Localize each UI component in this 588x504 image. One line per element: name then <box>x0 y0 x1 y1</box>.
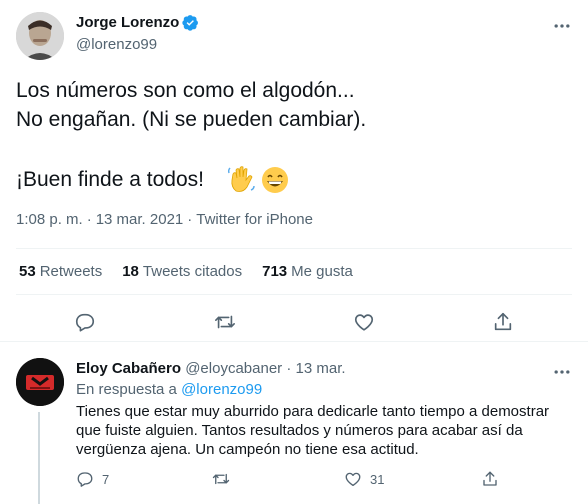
reply-header: Eloy Cabañero @eloycabaner · 13 mar. <box>76 360 346 377</box>
avatar[interactable] <box>16 12 64 60</box>
tweet-source[interactable]: Twitter for iPhone <box>196 211 313 228</box>
tweet-text-line: ¡Buen finde a todos! <box>16 168 204 191</box>
waving-hand-icon <box>227 166 255 192</box>
reply-like-button[interactable]: 31 <box>344 470 384 488</box>
divider <box>16 248 572 249</box>
reply-share-button[interactable] <box>481 470 499 488</box>
thread-line <box>38 412 40 504</box>
reply-count: 7 <box>102 471 110 487</box>
meta-separator: · <box>86 211 92 228</box>
reply-icon[interactable] <box>71 308 99 336</box>
emoji-row <box>226 165 290 195</box>
reply-author-handle[interactable]: @eloycabaner <box>185 360 282 377</box>
like-count: 31 <box>370 471 385 487</box>
like-icon <box>345 472 361 487</box>
reply-reply-button[interactable]: 7 <box>76 470 109 488</box>
reply-tweet[interactable]: Eloy Cabañero @eloycabaner · 13 mar. En … <box>0 344 588 504</box>
reply-author-name[interactable]: Eloy Cabañero <box>76 360 181 377</box>
in-reply-handle-link[interactable]: @lorenzo99 <box>181 381 262 398</box>
share-icon[interactable] <box>489 308 517 336</box>
reply-retweet-button[interactable] <box>212 470 238 488</box>
tweet-stats: 53 Retweets 18 Tweets citados 713 Me gusta <box>19 263 373 280</box>
meta-separator: · <box>286 360 292 377</box>
main-tweet: Jorge Lorenzo @lorenzo99 Los números son… <box>0 0 588 342</box>
more-options-icon[interactable] <box>550 14 574 38</box>
tweet-date[interactable]: 13 mar. 2021 <box>96 211 184 228</box>
tweet-text-line: Los números son como el algodón... <box>16 79 355 102</box>
reply-actions: 7 31 <box>76 470 576 490</box>
author-row: Jorge Lorenzo <box>76 14 199 31</box>
grinning-face-icon <box>262 167 288 193</box>
verified-badge-icon <box>182 15 199 31</box>
divider <box>0 341 588 342</box>
tweet-text-line: No engañan. (Ni se pueden cambiar). <box>16 108 367 131</box>
tweet-actions <box>0 308 588 336</box>
reply-icon <box>77 472 93 487</box>
reply-text: Tienes que estar muy aburrido para dedic… <box>76 403 550 458</box>
tweet-meta: 1:08 p. m. · 13 mar. 2021 · Twitter for … <box>16 211 313 228</box>
quotes-stat[interactable]: 18 Tweets citados <box>122 263 242 280</box>
meta-separator: · <box>187 211 193 228</box>
in-reply-to: En respuesta a @lorenzo99 <box>76 381 262 398</box>
author-handle[interactable]: @lorenzo99 <box>76 36 157 53</box>
reply-date[interactable]: 13 mar. <box>296 360 346 377</box>
likes-stat[interactable]: 713 Me gusta <box>262 263 353 280</box>
like-icon[interactable] <box>350 308 378 336</box>
share-icon <box>483 471 497 486</box>
reply-avatar[interactable] <box>16 358 64 406</box>
divider <box>16 294 572 295</box>
in-reply-prefix: En respuesta a <box>76 381 177 398</box>
retweet-icon <box>212 473 230 485</box>
tweet-time[interactable]: 1:08 p. m. <box>16 211 83 228</box>
retweet-icon[interactable] <box>211 308 239 336</box>
author-name[interactable]: Jorge Lorenzo <box>76 14 179 31</box>
retweets-stat[interactable]: 53 Retweets <box>19 263 102 280</box>
more-options-icon[interactable] <box>550 360 574 384</box>
